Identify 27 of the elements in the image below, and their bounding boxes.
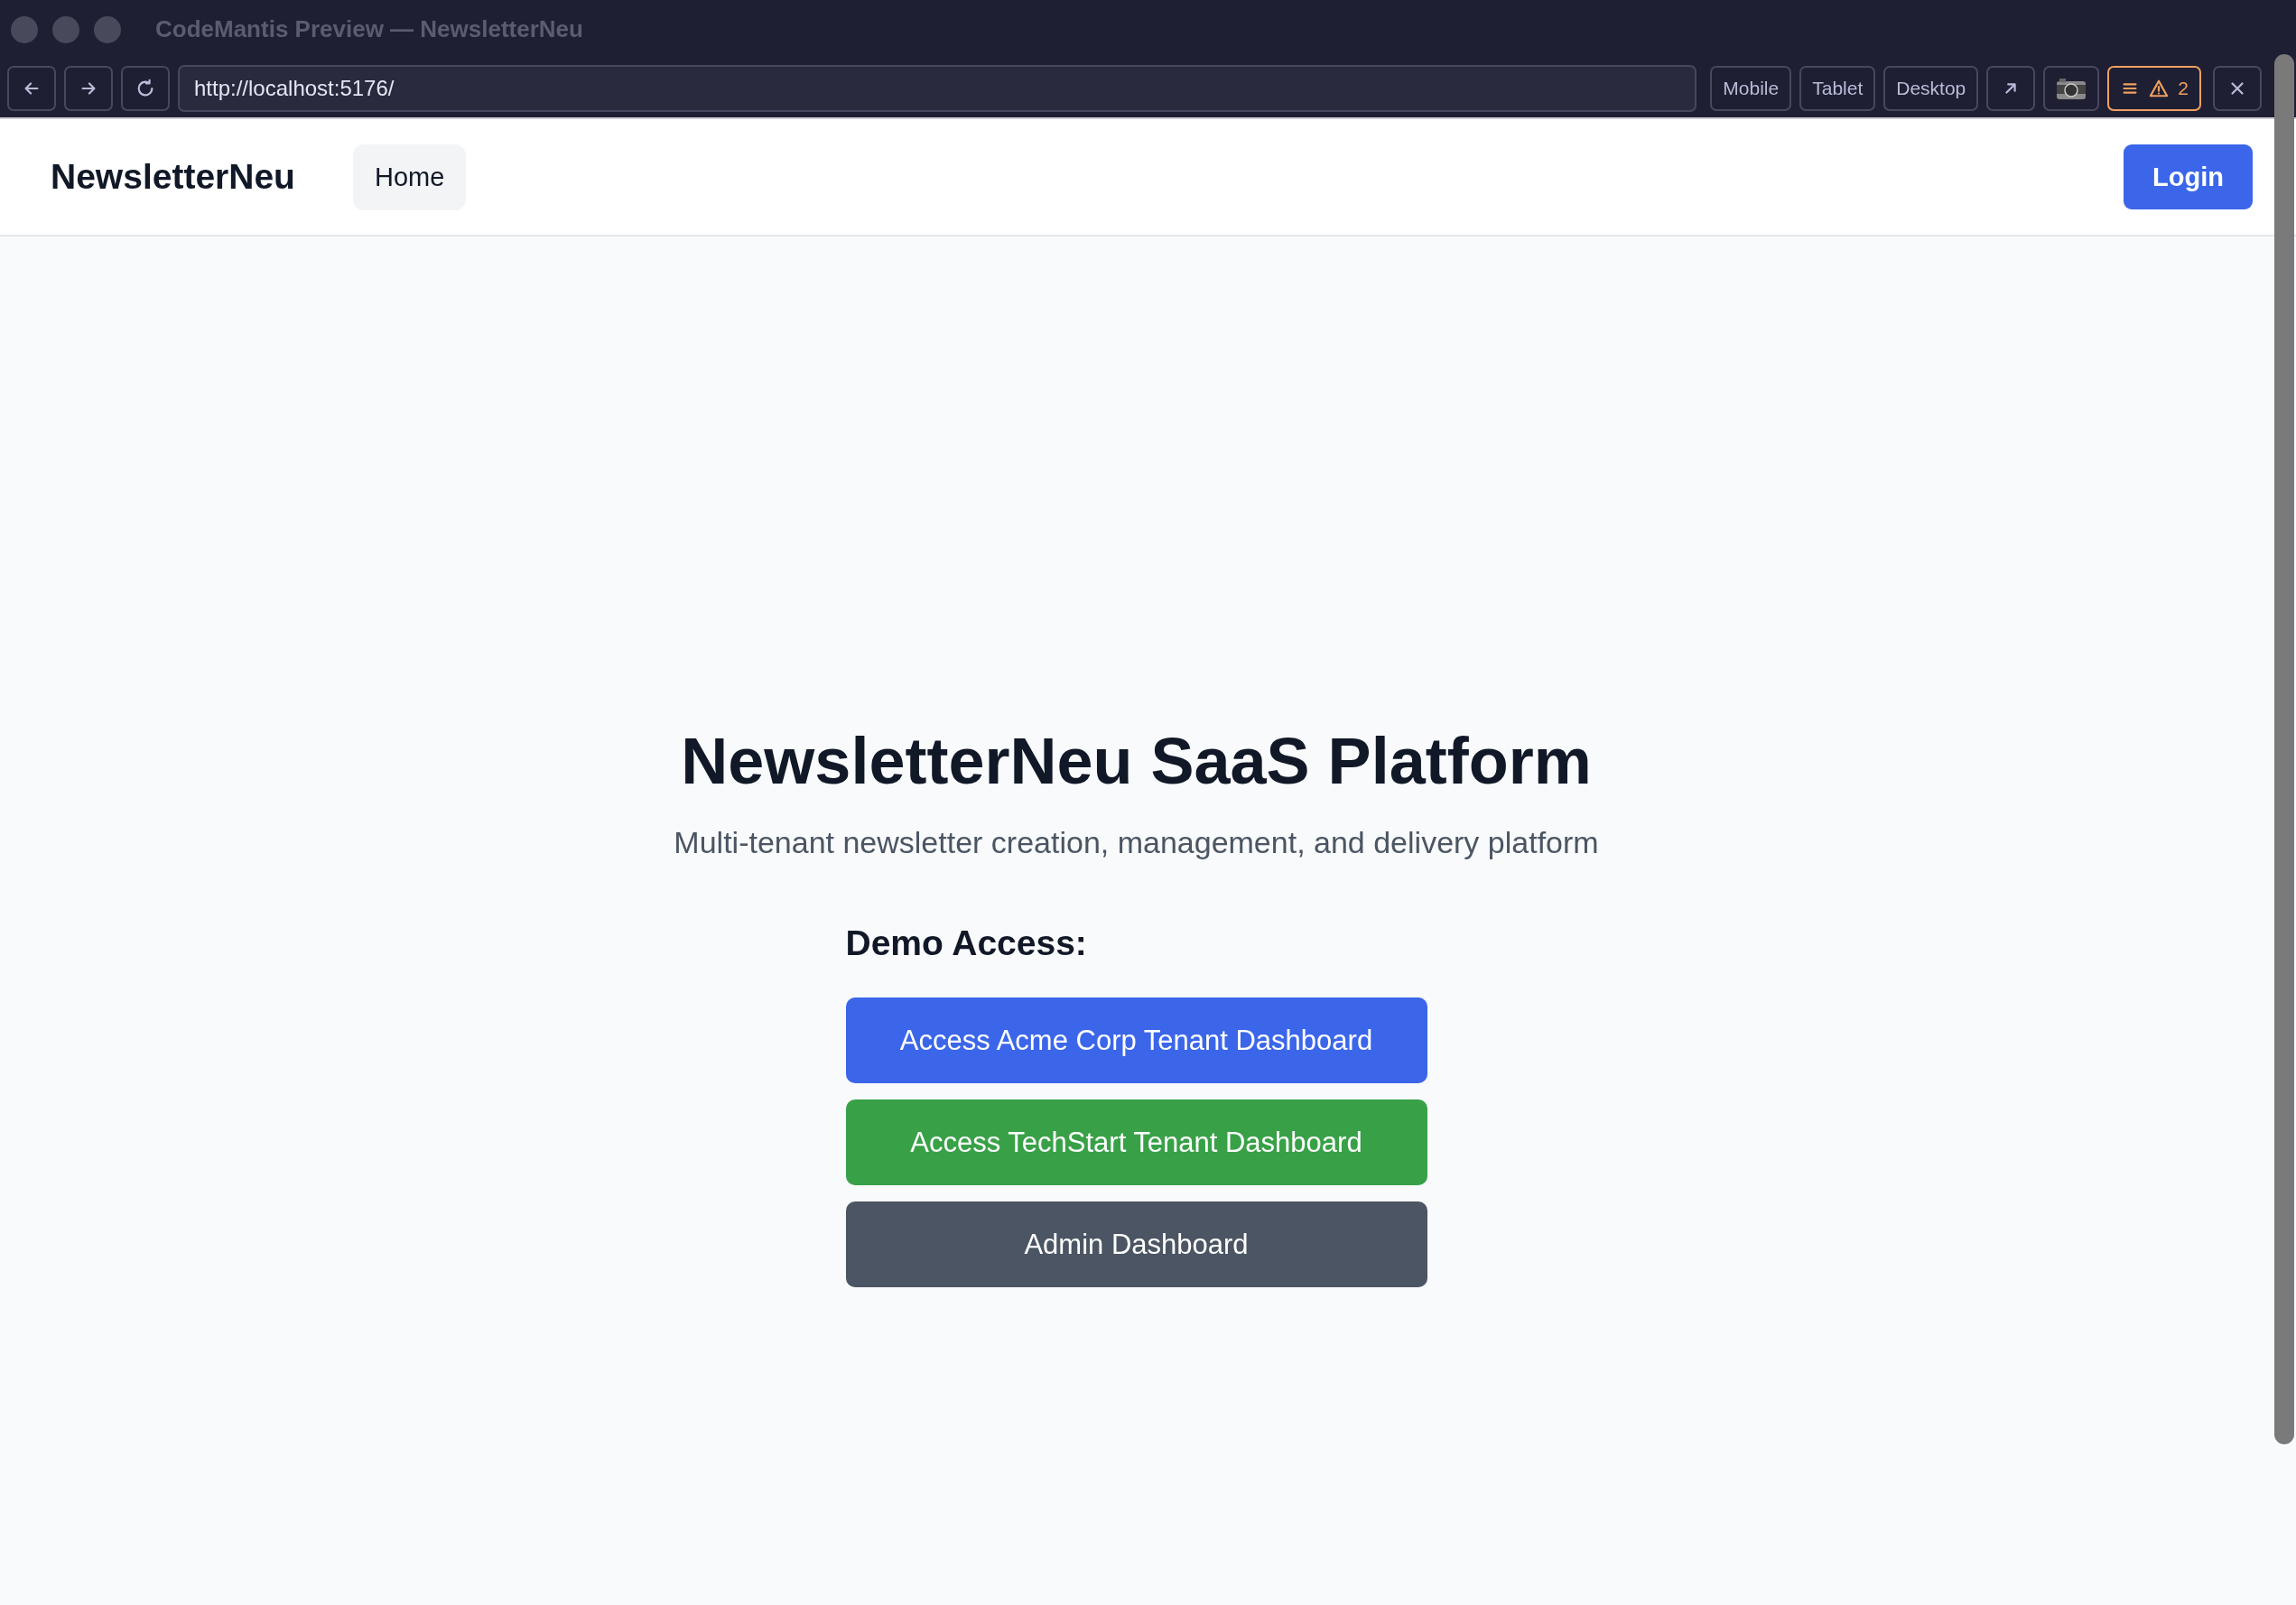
forward-button[interactable] — [64, 65, 113, 111]
window-control-dot[interactable] — [94, 15, 121, 43]
brand-name: NewsletterNeu — [51, 157, 295, 197]
reload-icon — [135, 78, 155, 98]
section-heading: Demo Access: — [845, 923, 1088, 963]
screenshot-button[interactable] — [2043, 65, 2100, 111]
warning-icon — [2149, 78, 2170, 98]
window-control-dot[interactable] — [52, 15, 79, 43]
back-button[interactable] — [7, 65, 56, 111]
page-title: NewsletterNeu SaaS Platform — [681, 724, 1592, 798]
dashboard-button[interactable]: Access Acme Corp Tenant Dashboard — [845, 997, 1427, 1083]
url-field[interactable]: http://localhost:5176/ — [178, 64, 1697, 112]
device-button[interactable]: Tablet — [1799, 65, 1876, 111]
window-title: CodeMantis Preview — NewsletterNeu — [155, 15, 583, 43]
issues-button[interactable]: 2 — [2107, 65, 2201, 111]
window-control-dot[interactable] — [11, 15, 38, 43]
camera-icon — [2056, 76, 2087, 100]
close-button[interactable] — [2213, 65, 2262, 111]
login-button[interactable]: Login — [2124, 144, 2253, 209]
device-button[interactable]: Desktop — [1883, 65, 1979, 111]
open-external-button[interactable] — [1986, 65, 2036, 111]
page-subtitle: Multi-tenant newsletter creation, management, and delivery platform — [674, 825, 1599, 860]
reload-button[interactable] — [121, 65, 170, 111]
scrollbar-thumb[interactable] — [2274, 54, 2294, 1444]
device-button[interactable]: Mobile — [1710, 65, 1792, 111]
dashboard-button[interactable]: Admin Dashboard — [845, 1201, 1427, 1287]
nav-link[interactable]: Home — [352, 144, 467, 210]
